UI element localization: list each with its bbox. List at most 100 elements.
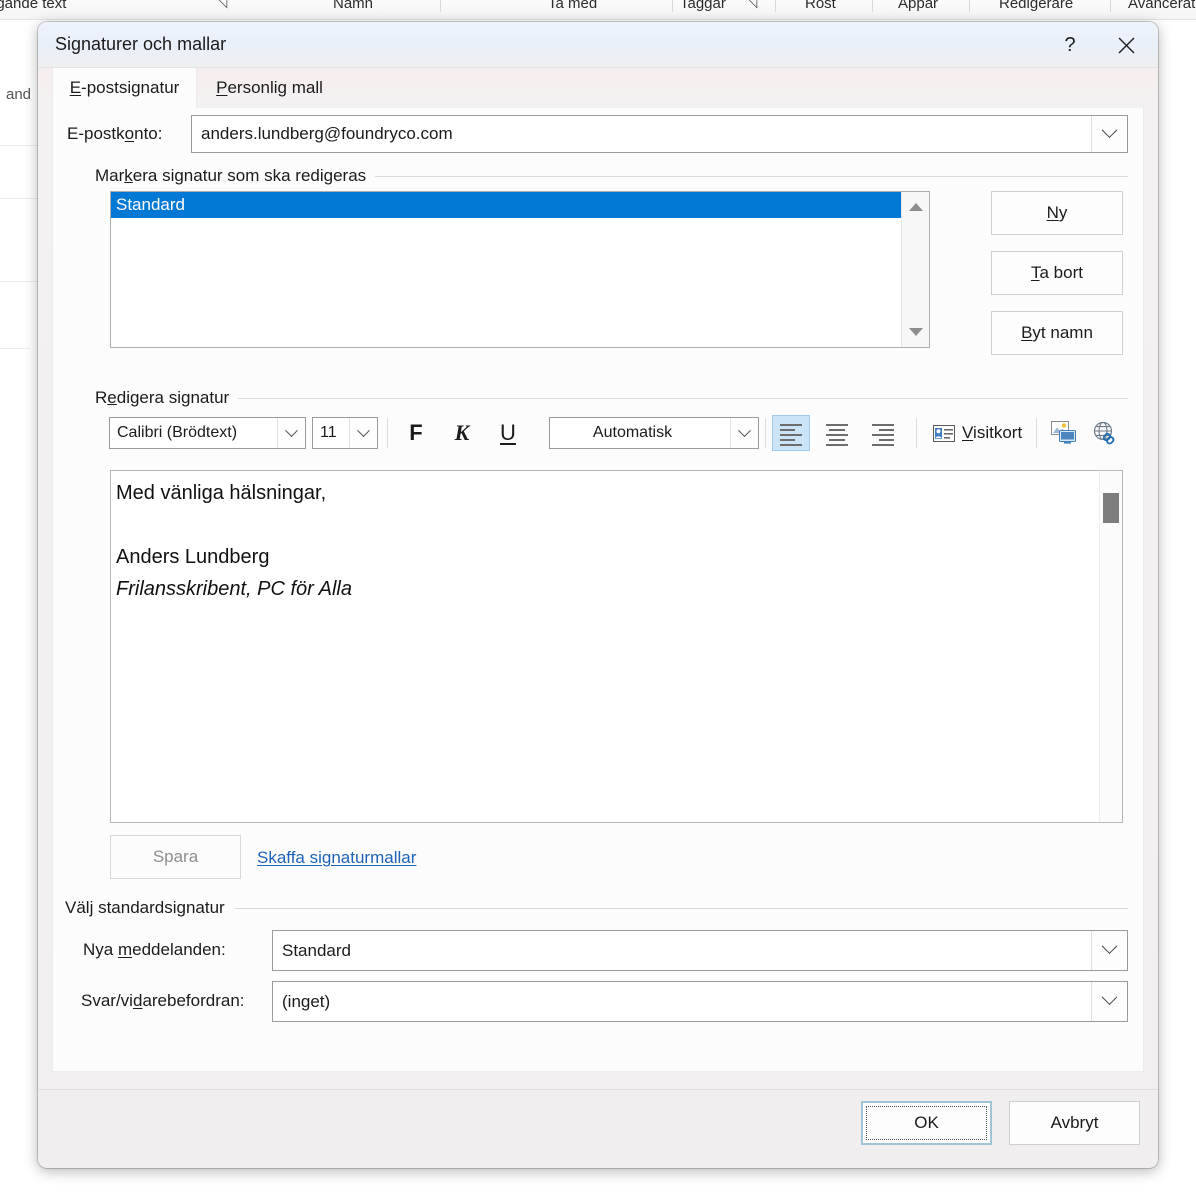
replies-forwards-label: Svar/vidarebefordran:	[81, 991, 245, 1011]
ribbon-divider	[872, 0, 873, 12]
new-messages-dropdown-arrow[interactable]	[1091, 931, 1127, 970]
replies-forwards-combobox[interactable]: (inget)	[272, 981, 1128, 1022]
font-color-dropdown-arrow[interactable]	[730, 418, 758, 448]
list-item[interactable]: Standard	[111, 192, 901, 218]
font-size-dropdown-arrow[interactable]	[349, 418, 377, 448]
ribbon-divider	[775, 0, 776, 12]
toolbar-divider	[387, 418, 388, 448]
new-signature-button[interactable]: Ny	[991, 191, 1123, 235]
email-account-label: E-postkonto:	[67, 124, 162, 144]
group-label-pre: Mar	[95, 166, 124, 185]
button-label-rest: isitkort	[973, 423, 1022, 442]
replies-forwards-value: (inget)	[273, 992, 1091, 1012]
scrollbar-thumb[interactable]	[1103, 493, 1119, 523]
ribbon-divider	[1110, 0, 1111, 12]
cancel-button-label: Avbryt	[1051, 1113, 1099, 1133]
rename-signature-button[interactable]: Byt namn	[991, 311, 1123, 355]
signature-line-blank	[116, 509, 1092, 541]
ribbon-group-label[interactable]: Avancerat	[1128, 0, 1195, 14]
underline-button[interactable]: U	[489, 415, 527, 451]
bold-button[interactable]: F	[397, 415, 435, 451]
ribbon-launcher-icon[interactable]: ◹	[748, 0, 757, 10]
bold-icon: F	[409, 420, 422, 446]
align-left-icon	[780, 424, 802, 442]
background-message-snippet: and	[6, 86, 31, 104]
edit-signature-group-label: Redigera signatur	[95, 388, 229, 408]
ribbon-group-label[interactable]: Taggar	[680, 0, 726, 14]
button-accel-key: V	[962, 423, 973, 442]
button-label-rest: a bort	[1040, 263, 1083, 282]
tab-personal-stationery[interactable]: Personlig mall	[197, 68, 342, 108]
ribbon-divider	[440, 0, 441, 12]
email-account-label-post: nto:	[134, 124, 162, 143]
email-account-dropdown-arrow[interactable]	[1091, 116, 1127, 152]
background-divider	[0, 281, 38, 282]
email-account-combobox[interactable]: anders.lundberg@foundryco.com	[191, 115, 1128, 153]
font-color-combobox[interactable]: Automatisk	[549, 417, 759, 449]
triangle-up-icon	[909, 203, 923, 211]
close-button[interactable]	[1102, 22, 1150, 68]
align-right-button[interactable]	[864, 415, 902, 451]
cancel-button[interactable]: Avbryt	[1009, 1101, 1140, 1145]
tab-accel-key: P	[216, 78, 227, 97]
business-card-button[interactable]: Visitkort	[927, 415, 1028, 451]
group-accel-key: e	[107, 388, 116, 407]
new-messages-label: Nya meddelanden:	[83, 940, 226, 960]
font-family-combobox[interactable]: Calibri (Brödtext)	[109, 417, 306, 449]
help-button[interactable]: ?	[1046, 22, 1094, 68]
font-color-value: Automatisk	[550, 424, 730, 442]
ribbon-group-label[interactable]: Appar	[898, 0, 938, 14]
group-divider-line	[234, 908, 1128, 909]
signature-list-scrollbar[interactable]	[901, 192, 929, 347]
align-center-button[interactable]	[818, 415, 856, 451]
insert-hyperlink-button[interactable]	[1085, 415, 1123, 451]
get-signature-templates-link[interactable]: Skaffa signaturmallar	[257, 848, 416, 868]
signature-line: Anders Lundberg	[116, 541, 1092, 573]
ribbon-group-label[interactable]: ggande text	[0, 0, 66, 14]
align-left-button[interactable]	[772, 415, 810, 451]
save-button[interactable]: Spara	[110, 835, 241, 879]
new-signature-button-label: Ny	[1047, 203, 1068, 223]
scroll-down-arrow-icon[interactable]	[902, 321, 930, 343]
align-center-icon	[826, 424, 848, 442]
ribbon-group-label[interactable]: Röst	[805, 0, 836, 14]
tab-email-signature[interactable]: E-postsignatur	[52, 68, 197, 108]
signature-editor-scrollbar[interactable]	[1099, 471, 1122, 822]
dialog-footer: OK Avbryt	[38, 1090, 1158, 1167]
align-right-icon	[872, 424, 894, 442]
group-label-post: digera signatur	[117, 388, 229, 407]
tab-accel-key: E	[70, 78, 81, 97]
ok-button[interactable]: OK	[861, 1101, 992, 1145]
background-divider	[0, 198, 38, 199]
dialog-title: Signaturer och mallar	[55, 34, 226, 55]
signature-listbox[interactable]: Standard	[110, 191, 930, 348]
insert-picture-button[interactable]	[1045, 415, 1083, 451]
button-accel-key: T	[1031, 263, 1040, 282]
chevron-down-icon	[1102, 989, 1118, 1005]
delete-signature-button[interactable]: Ta bort	[991, 251, 1123, 295]
save-button-label: Spara	[153, 847, 198, 867]
font-size-combobox[interactable]: 11	[312, 417, 378, 449]
italic-button[interactable]: K	[443, 415, 481, 451]
ribbon-launcher-icon[interactable]: ◹	[218, 0, 227, 10]
replies-forwards-dropdown-arrow[interactable]	[1091, 982, 1127, 1021]
ribbon-divider	[969, 0, 970, 12]
default-signature-group-header: Välj standardsignatur	[65, 898, 1128, 918]
ribbon-group-label[interactable]: Namn	[333, 0, 373, 14]
signature-editor[interactable]: Med vänliga hälsningar, Anders Lundberg …	[110, 470, 1123, 823]
tab-content-pane: E-postkonto: anders.lundberg@foundryco.c…	[52, 108, 1144, 1072]
ribbon-group-label[interactable]: Ta med	[548, 0, 597, 14]
scroll-up-arrow-icon[interactable]	[902, 196, 930, 218]
signature-editor-content: Med vänliga hälsningar, Anders Lundberg …	[116, 477, 1092, 605]
dialog-body: E-postsignatur Personlig mall E-postkont…	[38, 68, 1158, 1090]
new-messages-combobox[interactable]: Standard	[272, 930, 1128, 971]
background-divider	[0, 348, 30, 349]
font-family-dropdown-arrow[interactable]	[277, 418, 305, 448]
hyperlink-globe-icon	[1091, 421, 1117, 445]
business-card-label: Visitkort	[962, 423, 1022, 443]
group-accel-key: k	[124, 166, 133, 185]
signatures-and-stationery-dialog: Signaturer och mallar ? E-postsignatur P…	[38, 22, 1158, 1168]
replies-label-post: arebefordran:	[142, 991, 244, 1010]
button-label-rest: yt namn	[1032, 323, 1092, 342]
ribbon-group-label[interactable]: Redigerare	[999, 0, 1073, 14]
